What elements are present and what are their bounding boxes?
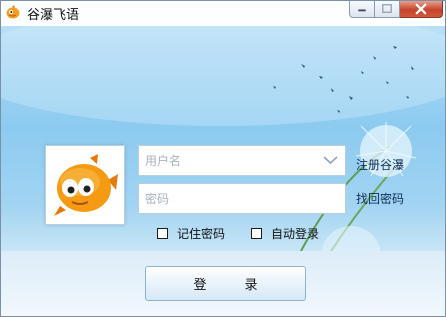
password-input[interactable] — [139, 184, 345, 213]
login-button-label: 登录 — [193, 278, 296, 293]
close-icon — [415, 3, 427, 15]
remember-password-label: 记住密码 — [177, 227, 226, 241]
maximize-icon — [382, 4, 392, 13]
remember-password-checkbox[interactable]: 记住密码 — [157, 225, 225, 242]
window-title: 谷瀑飞语 — [27, 8, 80, 23]
close-button[interactable] — [400, 1, 443, 18]
chevron-down-icon[interactable] — [316, 146, 345, 175]
maximize-button[interactable] — [375, 1, 400, 18]
window-controls — [349, 1, 443, 18]
username-field[interactable] — [138, 145, 346, 176]
auto-login-checkbox[interactable]: 自动登录 — [251, 225, 319, 242]
goldfish-avatar — [54, 154, 118, 216]
auto-login-label: 自动登录 — [271, 227, 320, 241]
title-bar[interactable]: 谷瀑飞语 — [1, 1, 445, 26]
register-link[interactable]: 注册谷瀑 — [356, 156, 404, 173]
username-input[interactable] — [139, 146, 345, 175]
minimize-icon — [358, 9, 366, 12]
login-button[interactable]: 登录 — [145, 266, 306, 301]
avatar-frame — [45, 145, 125, 225]
forgot-password-link[interactable]: 找回密码 — [356, 190, 404, 207]
goldfish-icon — [6, 5, 20, 19]
password-field[interactable] — [138, 183, 346, 214]
checkbox-box[interactable] — [251, 228, 262, 239]
checkbox-box[interactable] — [157, 228, 168, 239]
minimize-button[interactable] — [349, 1, 375, 18]
login-window: 谷瀑飞语 用户名 注册谷瀑 找回密码 记住密码 自动登录 登录 — [0, 0, 446, 317]
